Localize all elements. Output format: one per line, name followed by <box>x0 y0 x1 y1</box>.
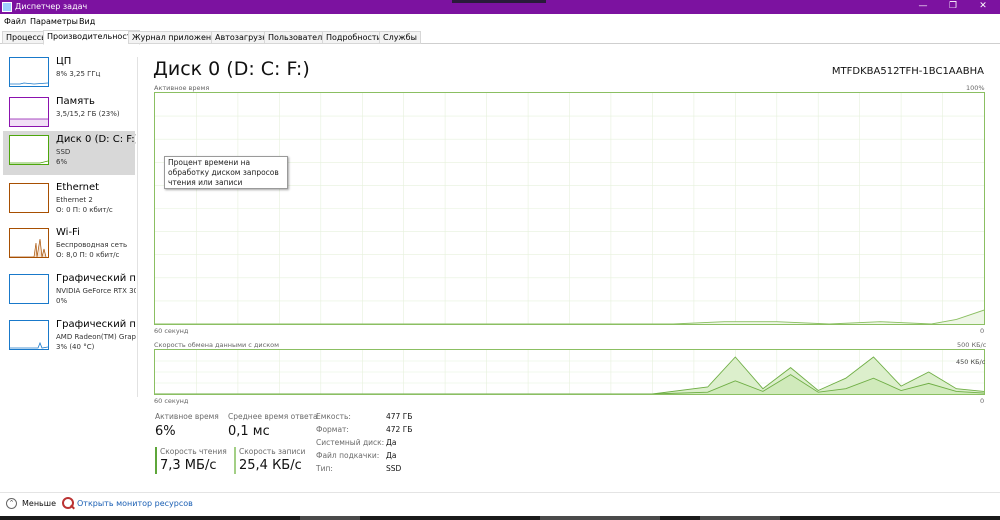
task-manager-icon <box>2 2 12 12</box>
tab-bar: Процессы Производительность Журнал прило… <box>0 29 1000 45</box>
sidebar-item-detail: 0% <box>56 297 68 305</box>
sidebar-item-label: Графический про <box>56 273 136 284</box>
gpu-graph-thumbnail <box>9 274 49 304</box>
resource-monitor-icon[interactable] <box>62 497 74 509</box>
menu-file[interactable]: Файл <box>4 16 26 27</box>
active-time-chart <box>155 93 984 324</box>
sidebar-item-gpu-amd[interactable]: Графический про AMD Radeon(TM) Grap 3% (… <box>3 316 136 360</box>
tab-details[interactable]: Подробности <box>322 31 386 44</box>
close-button[interactable]: ✕ <box>968 0 998 14</box>
sidebar-divider <box>137 57 138 397</box>
sidebar-item-label: Ethernet <box>56 182 100 193</box>
read-speed-indicator <box>155 447 157 474</box>
taskbar-edge <box>0 516 1000 520</box>
graph-time-span: 60 секунд <box>154 397 189 405</box>
memory-graph-thumbnail <box>9 97 49 127</box>
sidebar-item-detail: 3% (40 °C) <box>56 343 95 351</box>
sidebar-item-detail: О: 0 П: 0 кбит/с <box>56 206 113 214</box>
write-speed-stat-label: Скорость записи <box>239 447 306 456</box>
sidebar-item-ethernet[interactable]: Ethernet Ethernet 2 О: 0 П: 0 кбит/с <box>3 179 135 223</box>
graph-active-time-label: Активное время <box>154 84 210 92</box>
window-title: Диспетчер задач <box>15 2 88 11</box>
tab-services[interactable]: Службы <box>379 31 421 44</box>
title-bar: Диспетчер задач — ❐ ✕ <box>0 0 1000 14</box>
transfer-inner-scale: 450 КБ/с <box>956 358 986 366</box>
chevron-up-icon[interactable]: ⌃ <box>6 498 17 509</box>
graph-min-value: 0 <box>980 327 985 335</box>
active-time-stat-value: 6% <box>155 424 176 439</box>
sidebar-item-detail: 8% 3,25 ГГц <box>56 70 101 78</box>
sidebar-item-detail: SSD <box>56 148 71 156</box>
active-time-stat-label: Активное время <box>155 412 219 421</box>
page-title: Диск 0 (D: C: F:) <box>153 58 310 80</box>
sidebar-item-label: ЦП <box>56 56 72 67</box>
response-time-stat-label: Среднее время ответа <box>228 412 318 421</box>
disk-type-value: SSD <box>386 464 402 473</box>
disk-graph-thumbnail <box>9 135 49 165</box>
open-resource-monitor-link[interactable]: Открыть монитор ресурсов <box>77 498 193 509</box>
write-speed-stat-value: 25,4 КБ/с <box>239 458 302 473</box>
transfer-rate-graph: 450 КБ/с <box>154 349 985 395</box>
disk-type-label: Тип: <box>316 464 333 473</box>
graph-time-span: 60 секунд <box>154 327 189 335</box>
gpu-graph-thumbnail <box>9 320 49 350</box>
sidebar-item-label: Wi-Fi <box>56 227 80 238</box>
format-value: 472 ГБ <box>386 425 413 434</box>
sidebar-item-detail: О: 8,0 П: 0 кбит/с <box>56 251 120 259</box>
sidebar-item-wifi[interactable]: Wi-Fi Беспроводная сеть О: 8,0 П: 0 кбит… <box>3 224 135 268</box>
menu-options[interactable]: Параметры <box>30 16 78 27</box>
maximize-button[interactable]: ❐ <box>938 0 968 14</box>
sidebar-item-detail: NVIDIA GeForce RTX 30 <box>56 287 136 295</box>
capacity-value: 477 ГБ <box>386 412 413 421</box>
graph-transfer-max: 500 КБ/с <box>957 341 987 349</box>
ethernet-graph-thumbnail <box>9 183 49 213</box>
sidebar-item-label: Диск 0 (D: C: F:) <box>56 134 136 145</box>
cpu-graph-thumbnail <box>9 57 49 87</box>
wifi-graph-thumbnail <box>9 228 49 258</box>
menu-view[interactable]: Вид <box>79 16 95 27</box>
fewer-details-button[interactable]: Меньше <box>22 498 56 509</box>
read-speed-stat-label: Скорость чтения <box>160 447 227 456</box>
footer-divider <box>0 492 1000 493</box>
sidebar-item-detail: Беспроводная сеть <box>56 241 128 249</box>
menu-bar: Файл Параметры Вид <box>0 14 1000 29</box>
sidebar-item-detail: 6% <box>56 158 68 166</box>
window-drag-handle[interactable] <box>452 0 546 3</box>
sidebar-item-detail: 3,5/15,2 ГБ (23%) <box>56 110 120 118</box>
page-file-value: Да <box>386 451 397 460</box>
graph-min-value: 0 <box>980 397 985 405</box>
response-time-stat-value: 0,1 мс <box>228 424 270 439</box>
system-disk-value: Да <box>386 438 397 447</box>
tooltip: Процент времени на обработку диском запр… <box>164 156 288 189</box>
active-time-graph <box>154 92 985 325</box>
capacity-label: Емкость: <box>316 412 351 421</box>
sidebar-item-gpu-nvidia[interactable]: Графический про NVIDIA GeForce RTX 30 0% <box>3 270 136 314</box>
sidebar-item-disk[interactable]: Диск 0 (D: C: F:) SSD 6% <box>3 131 136 175</box>
sidebar-item-detail: AMD Radeon(TM) Grap <box>56 333 136 341</box>
tab-performance[interactable]: Производительность <box>43 30 141 45</box>
graph-active-time-max: 100% <box>966 84 985 92</box>
sidebar-item-label: Графический про <box>56 319 136 330</box>
write-speed-indicator <box>234 447 236 474</box>
sidebar-item-cpu[interactable]: ЦП 8% 3,25 ГГц <box>3 53 135 97</box>
format-label: Формат: <box>316 425 349 434</box>
read-speed-stat-value: 7,3 МБ/с <box>160 458 217 473</box>
graph-transfer-label: Скорость обмена данными с диском <box>154 341 280 349</box>
system-disk-label: Системный диск: <box>316 438 385 447</box>
minimize-button[interactable]: — <box>908 0 938 14</box>
disk-model: MTFDKBA512TFH-1BC1AABHA <box>831 66 984 77</box>
sidebar-item-detail: Ethernet 2 <box>56 196 93 204</box>
resource-sidebar: ЦП 8% 3,25 ГГц Память 3,5/15,2 ГБ (23%) … <box>0 45 140 485</box>
sidebar-item-label: Память <box>56 96 95 107</box>
page-file-label: Файл подкачки: <box>316 451 380 460</box>
transfer-rate-chart <box>155 350 984 394</box>
